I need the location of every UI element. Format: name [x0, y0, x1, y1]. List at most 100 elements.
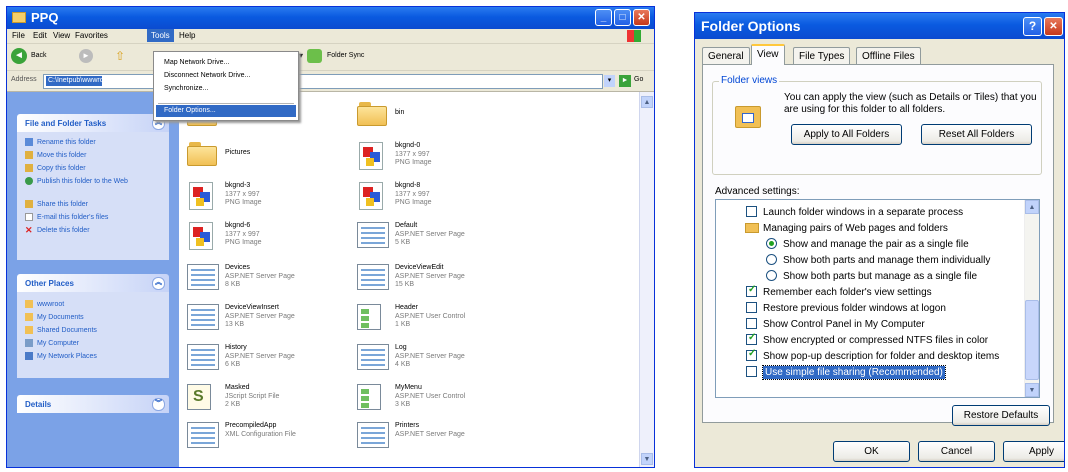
menu-edit[interactable]: Edit [33, 31, 47, 40]
place-my-documents[interactable]: My Documents [25, 313, 84, 321]
place-shared-documents[interactable]: Shared Documents [25, 326, 97, 334]
file-item[interactable]: S Masked JScript Script File 2 KB [187, 384, 347, 414]
setting-row[interactable]: ✓ Show encrypted or compressed NTFS files… [716, 332, 1025, 348]
setting-radio[interactable] [766, 270, 777, 281]
scroll-down-arrow-icon[interactable]: ▼ [641, 453, 653, 465]
file-item[interactable]: PrecompiledApp XML Configuration File [187, 422, 347, 452]
explorer-title-bar[interactable]: PPQ _ □ ✕ [7, 7, 654, 29]
forward-arrow-icon[interactable]: ► [79, 49, 93, 63]
views-dropdown-arrow-icon[interactable]: ▾ [299, 51, 303, 60]
setting-row[interactable]: Use simple file sharing (Recommended) [716, 365, 1025, 380]
place-wwwroot[interactable]: wwwroot [25, 300, 64, 308]
ok-button[interactable]: OK [833, 441, 910, 462]
task-publish-folder[interactable]: Publish this folder to the Web [25, 177, 145, 186]
setting-radio[interactable] [766, 254, 777, 265]
setting-row[interactable]: Show and manage the pair as a single fil… [716, 237, 1025, 252]
file-item[interactable]: MyMenu ASP.NET User Control 3 KB [357, 384, 517, 414]
file-item[interactable]: bkgnd-8 1377 x 997 PNG Image [357, 182, 517, 212]
go-button[interactable]: ► Go [619, 74, 649, 88]
setting-row[interactable]: Restore previous folder windows at logon [716, 301, 1025, 316]
file-item[interactable]: Log ASP.NET Server Page 4 KB [357, 344, 517, 374]
tab-offline-files[interactable]: Offline Files [856, 47, 921, 64]
task-copy-folder[interactable]: Copy this folder [25, 164, 86, 172]
back-button[interactable]: ◄ Back [11, 48, 61, 66]
folder-sync-button[interactable]: Folder Sync [307, 48, 377, 66]
png-image-icon [359, 182, 383, 210]
task-move-folder[interactable]: Move this folder [25, 151, 86, 159]
place-my-network-places[interactable]: My Network Places [25, 352, 97, 360]
restore-defaults-button[interactable]: Restore Defaults [952, 405, 1050, 426]
setting-radio[interactable] [766, 238, 777, 249]
task-rename-folder[interactable]: Rename this folder [25, 138, 96, 146]
file-item[interactable]: Pictures [187, 142, 347, 172]
dialog-title-bar[interactable]: Folder Options ? ✕ [695, 13, 1064, 39]
tab-view[interactable]: View [751, 44, 785, 65]
reset-all-folders-button[interactable]: Reset All Folders [921, 124, 1032, 145]
task-share-folder[interactable]: Share this folder [25, 200, 88, 208]
setting-row[interactable]: ✓ Show pop-up description for folder and … [716, 348, 1025, 364]
up-folder-icon[interactable]: ⇧ [115, 49, 129, 63]
menu-help[interactable]: Help [179, 31, 195, 40]
apply-button[interactable]: Apply [1003, 441, 1064, 462]
setting-row[interactable]: Show Control Panel in My Computer [716, 317, 1025, 332]
file-item[interactable]: DeviceViewInsert ASP.NET Server Page 13 KB [187, 304, 347, 334]
file-item[interactable]: History ASP.NET Server Page 6 KB [187, 344, 347, 374]
tab-file-types[interactable]: File Types [793, 47, 851, 64]
scroll-up-arrow-icon[interactable]: ▲ [1025, 200, 1039, 214]
place-my-computer[interactable]: My Computer [25, 339, 79, 347]
setting-checkbox[interactable] [746, 366, 757, 377]
expand-chevron-icon[interactable]: ︾ [152, 398, 165, 411]
file-item[interactable]: bkgnd-0 1377 x 997 PNG Image [357, 142, 517, 172]
task-email-files[interactable]: E-mail this folder's files [25, 213, 108, 221]
apply-to-all-folders-button[interactable]: Apply to All Folders [791, 124, 902, 145]
scrollbar-thumb[interactable] [1025, 300, 1039, 380]
task-delete-folder[interactable]: ✕ Delete this folder [25, 226, 90, 235]
setting-checkbox[interactable]: ✓ [746, 284, 757, 297]
menu-favorites[interactable]: Favorites [75, 31, 108, 40]
menu-synchronize[interactable]: Synchronize... [164, 85, 208, 92]
file-item[interactable]: bkgnd-6 1377 x 997 PNG Image [187, 222, 347, 252]
menu-disconnect-network-drive[interactable]: Disconnect Network Drive... [164, 72, 250, 79]
file-list-scrollbar[interactable]: ▲ ▼ [639, 92, 654, 467]
setting-checkbox[interactable] [746, 318, 757, 329]
setting-row[interactable]: Show both parts but manage as a single f… [716, 269, 1025, 284]
address-dropdown-arrow-icon[interactable]: ▾ [604, 75, 615, 87]
details-header[interactable]: Details ︾ [17, 395, 169, 413]
cancel-button[interactable]: Cancel [918, 441, 995, 462]
file-item[interactable]: Header ASP.NET User Control 1 KB [357, 304, 517, 334]
setting-checkbox[interactable] [746, 206, 757, 217]
setting-checkbox[interactable]: ✓ [746, 348, 757, 361]
tab-general[interactable]: General [702, 47, 750, 64]
other-places-header[interactable]: Other Places ︽ [17, 274, 169, 292]
advanced-settings-scrollbar[interactable]: ▲ ▼ [1024, 200, 1039, 397]
setting-row[interactable]: Launch folder windows in a separate proc… [716, 205, 1025, 220]
setting-checkbox[interactable]: ✓ [746, 332, 757, 345]
setting-row[interactable]: Managing pairs of Web pages and folders [716, 221, 1025, 236]
setting-row[interactable]: ✓ Remember each folder's view settings [716, 284, 1025, 300]
minimize-icon[interactable]: _ [595, 9, 612, 26]
close-icon[interactable]: ✕ [1044, 17, 1063, 36]
file-item[interactable]: Devices ASP.NET Server Page 8 KB [187, 264, 347, 294]
menu-view[interactable]: View [53, 31, 70, 40]
setting-row[interactable]: Show both parts and manage them individu… [716, 253, 1025, 268]
script-file-icon: S [187, 384, 211, 410]
menu-map-network-drive[interactable]: Map Network Drive... [164, 59, 229, 66]
scroll-up-arrow-icon[interactable]: ▲ [641, 96, 653, 108]
file-item[interactable]: bin [357, 102, 517, 132]
close-icon[interactable]: ✕ [633, 9, 650, 26]
scroll-down-arrow-icon[interactable]: ▼ [1025, 383, 1039, 397]
file-folder-tasks-header[interactable]: File and Folder Tasks ︽ [17, 114, 169, 132]
collapse-chevron-icon[interactable]: ︽ [152, 277, 165, 290]
menu-folder-options[interactable]: Folder Options... [164, 107, 216, 114]
file-item[interactable]: Default ASP.NET Server Page 5 KB [357, 222, 517, 252]
maximize-icon[interactable]: □ [614, 9, 631, 26]
file-item[interactable]: Printers ASP.NET Server Page [357, 422, 517, 452]
file-item[interactable]: DeviceViewEdit ASP.NET Server Page 15 KB [357, 264, 517, 294]
page-line [191, 309, 215, 311]
address-input[interactable]: C:\Inetpub\wwwroot [43, 74, 603, 89]
setting-checkbox[interactable] [746, 302, 757, 313]
help-icon[interactable]: ? [1023, 17, 1042, 36]
file-item[interactable]: bkgnd-3 1377 x 997 PNG Image [187, 182, 347, 212]
menu-file[interactable]: File [12, 31, 25, 40]
menu-tools[interactable]: Tools [147, 29, 174, 42]
